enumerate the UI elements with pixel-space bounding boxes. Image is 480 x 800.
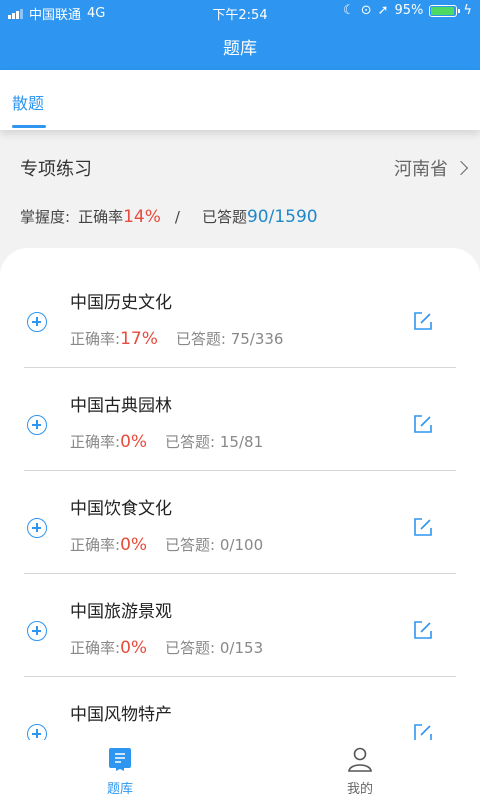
nav-profile[interactable]: 我的 xyxy=(320,746,400,797)
practice-header: 专项练习 河南省 xyxy=(20,155,470,183)
list-item[interactable]: 中国古典园林 正确率:0% 已答题: 15/81 xyxy=(0,375,480,478)
rotation-lock-icon: ⊙ xyxy=(360,3,372,18)
edit-icon[interactable] xyxy=(412,619,434,641)
nav-label: 我的 xyxy=(346,782,373,797)
separator: / xyxy=(174,208,180,226)
bottom-nav: 题库 我的 xyxy=(0,740,480,800)
answered-value: 0/100 xyxy=(219,536,264,554)
nav-question-bank[interactable]: 题库 xyxy=(80,746,160,797)
list-item[interactable]: 中国风物特产 xyxy=(0,684,480,740)
accuracy-value: 0% xyxy=(120,535,148,555)
answered-value: 75/336 xyxy=(230,330,284,348)
edit-icon[interactable] xyxy=(412,310,434,332)
list-item[interactable]: 中国饮食文化 正确率:0% 已答题: 0/100 xyxy=(0,478,480,581)
region-selector[interactable]: 河南省 xyxy=(394,155,470,181)
battery-percent: 95% xyxy=(394,3,424,18)
edit-icon[interactable] xyxy=(412,516,434,538)
mastery-summary: 掌握度: 正确率 14% / 已答题 90/1590 xyxy=(20,206,318,227)
category-name: 中国历史文化 xyxy=(70,293,172,313)
tab-active-indicator xyxy=(12,125,46,128)
top-bar: 中国联通 4G 下午2:54 ☾ ⊙ ➚ 95% ϟ 题库 xyxy=(0,0,480,70)
battery-icon xyxy=(429,4,461,17)
tab-loose-questions[interactable]: 散题 xyxy=(12,90,44,114)
answered-label: 已答题: xyxy=(165,433,216,451)
accuracy-label: 正确率: xyxy=(70,433,121,451)
accuracy-value: 0% xyxy=(120,432,148,452)
tab-bar: 散题 xyxy=(0,70,480,130)
answered-value: 15/81 xyxy=(219,433,264,451)
category-stats: 正确率:0% 已答题: 15/81 xyxy=(70,431,263,452)
answered-value: 90/1590 xyxy=(246,207,318,227)
expand-plus-icon[interactable] xyxy=(27,415,47,435)
answered-value: 0/153 xyxy=(219,639,264,657)
accuracy-label: 正确率 xyxy=(78,208,124,226)
region-label: 河南省 xyxy=(394,159,448,180)
status-bar: 中国联通 4G 下午2:54 ☾ ⊙ ➚ 95% ϟ xyxy=(0,0,480,24)
mastery-label: 掌握度: xyxy=(20,208,71,226)
category-name: 中国饮食文化 xyxy=(70,499,172,519)
answered-label: 已答题: xyxy=(175,330,226,348)
category-name: 中国古典园林 xyxy=(70,396,172,416)
nav-label: 题库 xyxy=(106,782,133,797)
answered-label: 已答题: xyxy=(165,639,216,657)
category-stats: 正确率:0% 已答题: 0/100 xyxy=(70,534,263,555)
divider xyxy=(24,470,456,471)
expand-plus-icon[interactable] xyxy=(27,312,47,332)
accuracy-value: 14% xyxy=(123,207,161,227)
accuracy-label: 正确率: xyxy=(70,639,121,657)
category-name: 中国风物特产 xyxy=(70,705,172,725)
moon-icon: ☾ xyxy=(343,3,355,18)
divider xyxy=(24,676,456,677)
accuracy-value: 0% xyxy=(120,638,148,658)
location-icon: ➚ xyxy=(377,3,389,18)
accuracy-label: 正确率: xyxy=(70,330,121,348)
category-list: 中国历史文化 正确率:17% 已答题: 75/336 中国古典园林 正确率:0% 已… xyxy=(0,248,480,740)
expand-plus-icon[interactable] xyxy=(27,518,47,538)
accuracy-value: 17% xyxy=(120,329,158,349)
edit-icon[interactable] xyxy=(412,722,434,740)
category-stats: 正确率:0% 已答题: 0/153 xyxy=(70,637,263,658)
page-title: 题库 xyxy=(223,39,257,59)
answered-label: 已答题: xyxy=(165,536,216,554)
divider xyxy=(24,367,456,368)
question-bank-icon xyxy=(109,748,131,771)
category-name: 中国旅游景观 xyxy=(70,602,172,622)
expand-plus-icon[interactable] xyxy=(27,621,47,641)
list-item[interactable]: 中国旅游景观 正确率:0% 已答题: 0/153 xyxy=(0,581,480,684)
charging-icon: ϟ xyxy=(463,3,472,18)
category-stats: 正确率:17% 已答题: 75/336 xyxy=(70,328,283,349)
edit-icon[interactable] xyxy=(412,413,434,435)
divider xyxy=(24,573,456,574)
user-icon xyxy=(348,747,372,772)
expand-plus-icon[interactable] xyxy=(27,724,47,740)
practice-title: 专项练习 xyxy=(20,159,92,180)
chevron-right-icon xyxy=(453,160,469,176)
list-item[interactable]: 中国历史文化 正确率:17% 已答题: 75/336 xyxy=(0,272,480,375)
answered-label: 已答题 xyxy=(201,208,247,226)
accuracy-label: 正确率: xyxy=(70,536,121,554)
